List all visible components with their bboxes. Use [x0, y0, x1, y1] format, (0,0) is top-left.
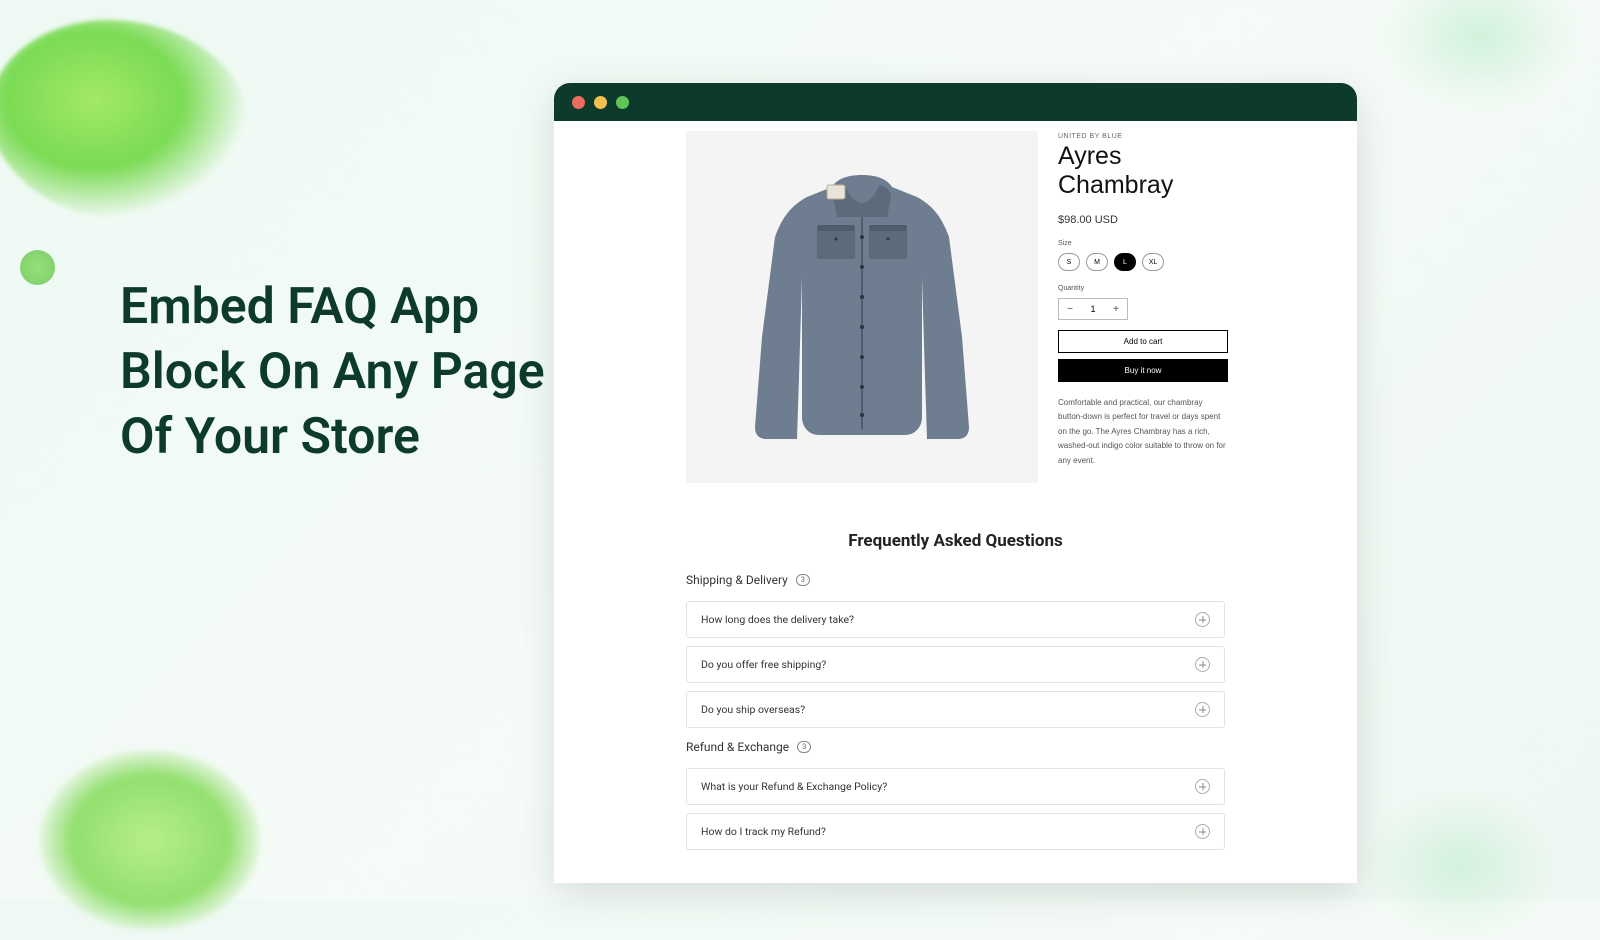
product-image — [686, 131, 1038, 483]
faq-question: What is your Refund & Exchange Policy? — [701, 780, 887, 793]
expand-icon — [1195, 612, 1210, 627]
faq-group-name: Refund & Exchange — [686, 740, 789, 754]
quantity-label: Quantity — [1058, 285, 1233, 292]
faq-count-badge: 3 — [797, 741, 811, 753]
product-description: Comfortable and practical, our chambray … — [1058, 396, 1228, 468]
quantity-stepper: − 1 + — [1058, 298, 1128, 320]
faq-item[interactable]: Do you offer free shipping? — [686, 646, 1225, 683]
expand-icon — [1195, 824, 1210, 839]
faq-question: Do you ship overseas? — [701, 703, 805, 716]
faq-group-shipping: Shipping & Delivery 3 How long does the … — [686, 573, 1225, 728]
faq-question: Do you offer free shipping? — [701, 658, 826, 671]
size-option-m[interactable]: M — [1086, 253, 1108, 271]
bg-blob — [1360, 790, 1560, 940]
bg-blob — [1380, 0, 1580, 110]
product-details: UNITED BY BLUE Ayres Chambray $98.00 USD… — [1058, 131, 1233, 468]
bg-blob — [20, 250, 55, 285]
minimize-icon[interactable] — [594, 96, 607, 109]
faq-title: Frequently Asked Questions — [686, 531, 1225, 551]
product-vendor: UNITED BY BLUE — [1058, 133, 1233, 140]
browser-window: UNITED BY BLUE Ayres Chambray $98.00 USD… — [554, 83, 1357, 883]
faq-group-header: Shipping & Delivery 3 — [686, 573, 1225, 587]
size-label: Size — [1058, 240, 1233, 247]
window-titlebar — [554, 83, 1357, 121]
quantity-value: 1 — [1081, 304, 1105, 314]
maximize-icon[interactable] — [616, 96, 629, 109]
headline-line: Of Your Store — [120, 405, 545, 470]
faq-group-refund: Refund & Exchange 3 What is your Refund … — [686, 740, 1225, 850]
faq-count-badge: 3 — [796, 574, 810, 586]
buy-now-button[interactable]: Buy it now — [1058, 359, 1228, 382]
bg-blob — [40, 750, 260, 930]
faq-item[interactable]: How do I track my Refund? — [686, 813, 1225, 850]
headline-line: Block On Any Page — [120, 340, 545, 405]
faq-group-header: Refund & Exchange 3 — [686, 740, 1225, 754]
size-option-s[interactable]: S — [1058, 253, 1080, 271]
headline-line: Embed FAQ App — [120, 275, 545, 340]
expand-icon — [1195, 702, 1210, 717]
shirt-illustration — [737, 157, 987, 457]
product-title: Ayres Chambray — [1058, 142, 1233, 200]
faq-item[interactable]: What is your Refund & Exchange Policy? — [686, 768, 1225, 805]
store-page: UNITED BY BLUE Ayres Chambray $98.00 USD… — [554, 121, 1357, 883]
expand-icon — [1195, 657, 1210, 672]
product-section: UNITED BY BLUE Ayres Chambray $98.00 USD… — [568, 131, 1343, 483]
faq-item[interactable]: Do you ship overseas? — [686, 691, 1225, 728]
marketing-headline: Embed FAQ App Block On Any Page Of Your … — [120, 275, 545, 470]
close-icon[interactable] — [572, 96, 585, 109]
faq-block: Frequently Asked Questions Shipping & De… — [568, 531, 1343, 850]
faq-item[interactable]: How long does the delivery take? — [686, 601, 1225, 638]
quantity-increase[interactable]: + — [1105, 304, 1127, 315]
add-to-cart-button[interactable]: Add to cart — [1058, 330, 1228, 353]
product-price: $98.00 USD — [1058, 214, 1233, 226]
faq-question: How do I track my Refund? — [701, 825, 826, 838]
quantity-decrease[interactable]: − — [1059, 304, 1081, 315]
bg-blob — [0, 20, 250, 220]
size-selector: S M L XL — [1058, 253, 1233, 271]
size-option-l[interactable]: L — [1114, 253, 1136, 271]
faq-question: How long does the delivery take? — [701, 613, 854, 626]
size-option-xl[interactable]: XL — [1142, 253, 1164, 271]
faq-group-name: Shipping & Delivery — [686, 573, 788, 587]
expand-icon — [1195, 779, 1210, 794]
